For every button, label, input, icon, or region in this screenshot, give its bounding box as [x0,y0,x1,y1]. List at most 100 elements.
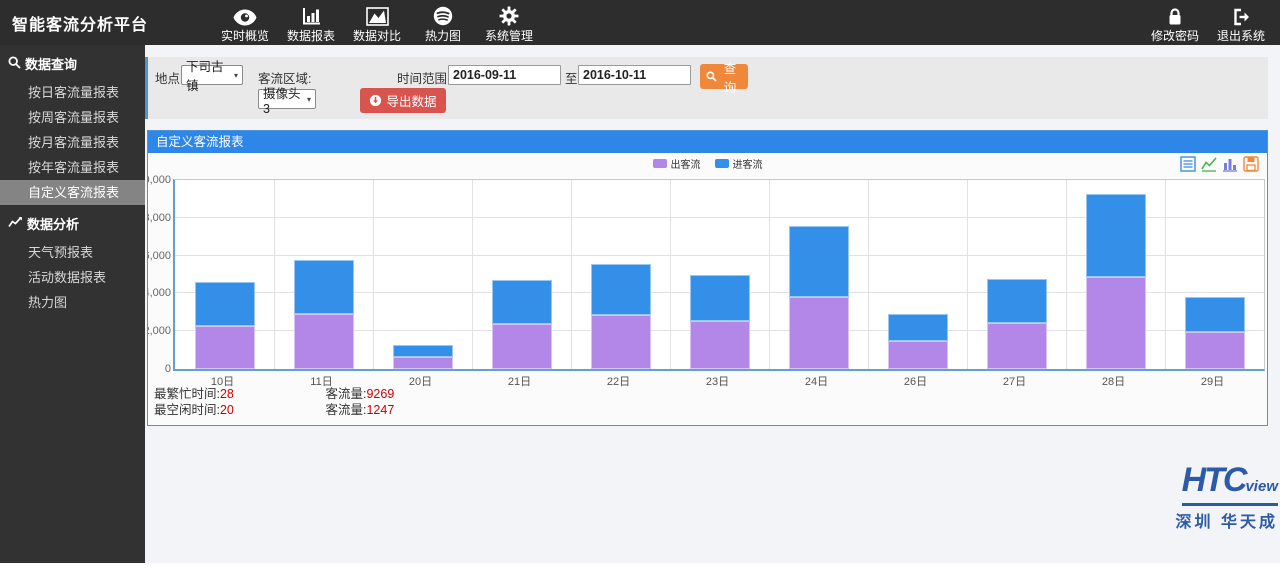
brand-suffix: view [1245,478,1278,495]
export-data-button[interactable]: 导出数据 [360,88,446,113]
dataview-icon[interactable] [1180,156,1196,172]
legend-item-out[interactable]: 出客流 [653,156,701,171]
flow-label: 客流量: [325,387,366,401]
sidebar-item-heatmap[interactable]: 热力图 [0,290,145,315]
export-button-label: 导出数据 [386,91,436,110]
download-circle-icon [369,94,382,107]
top-nav: 智能客流分析平台 实时概览 数据报表 数据对比 热力图 [0,0,1280,45]
bar-chart-icon [278,4,344,26]
sidebar-item-daily-report[interactable]: 按日客流量报表 [0,80,145,105]
sidebar-item-weather-report[interactable]: 天气预报表 [0,240,145,265]
bottom-strip [0,563,1280,570]
bar-out-22日 [591,315,651,369]
x-axis-tick-label: 27日 [1003,373,1026,389]
sidebar-item-activity-report[interactable]: 活动数据报表 [0,265,145,290]
bar-in-21日 [492,280,552,324]
idlest-stat-row: 最空闲时间:20 客流量:1247 [154,403,394,418]
to-label: 至 [565,68,578,87]
sidebar-section-label: 数据查询 [25,54,77,73]
x-axis-tick-label: 11日 [310,373,332,389]
nav-item-compare[interactable]: 数据对比 [344,1,410,44]
report-panel: 自定义客流报表 出客流 进客流 02,0004,0006,0008,00 [147,130,1268,426]
bar-in-24日 [789,226,849,297]
chevron-down-icon: ▾ [234,71,238,80]
nav-item-system[interactable]: 系统管理 [476,1,542,44]
logout-icon [1208,4,1274,26]
bar-in-29日 [1185,297,1245,332]
legend-item-in[interactable]: 进客流 [715,156,763,171]
search-icon [8,56,21,72]
x-axis-tick-label: 10日 [211,373,234,389]
x-axis-tick-label: 22日 [607,373,630,389]
nav-item-change-password[interactable]: 修改密码 [1142,1,1208,44]
chevron-down-icon: ▾ [307,95,311,104]
stats-block: 最繁忙时间:28 客流量:9269 最空闲时间:20 客流量:1247 [154,387,394,419]
nav-item-label: 热力图 [410,27,476,44]
search-icon [706,71,717,82]
bar-in-11日 [294,260,354,314]
eye-icon [212,4,278,26]
sidebar-item-yearly-report[interactable]: 按年客流量报表 [0,155,145,180]
trend-icon [8,216,23,231]
bar-out-28日 [1086,277,1146,369]
date-to-input[interactable] [578,65,691,85]
sidebar-section-label: 数据分析 [27,214,79,233]
save-image-icon[interactable] [1243,156,1259,172]
sidebar-item-weekly-report[interactable]: 按周客流量报表 [0,105,145,130]
y-axis-tick-label: 8,000 [147,212,171,224]
nav-item-heatmap[interactable]: 热力图 [410,1,476,44]
flow-label: 客流量: [325,403,366,417]
sidebar-section-analysis: 数据分析 [0,205,145,240]
plot-area: 02,0004,0006,0008,00010,000 [173,179,1265,371]
nav-item-reports[interactable]: 数据报表 [278,1,344,44]
bar-in-28日 [1086,194,1146,278]
bar-in-26日 [888,314,948,341]
nav-right-menu: 修改密码 退出系统 [1142,1,1280,44]
busiest-value: 28 [220,387,234,401]
flow-value: 9269 [366,387,394,401]
bar-in-23日 [690,275,750,321]
legend-swatch-out [653,159,667,168]
linechart-icon[interactable] [1201,156,1217,172]
y-axis-tick-label: 2,000 [147,325,171,337]
bar-out-10日 [195,326,255,369]
nav-item-label: 退出系统 [1208,27,1274,44]
nav-menu: 实时概览 数据报表 数据对比 热力图 [212,1,542,44]
x-axis-tick-label: 24日 [805,373,828,389]
x-axis-tick-label: 21日 [508,373,531,389]
chart-legend: 出客流 进客流 [148,156,1267,171]
brand-logo: HTCview 深圳 华天成 [1176,465,1278,532]
heatmap-icon [410,4,476,26]
brand-name: HTC [1182,461,1246,499]
lock-icon [1142,4,1208,26]
sidebar: 数据查询 按日客流量报表 按周客流量报表 按月客流量报表 按年客流量报表 自定义… [0,45,145,563]
location-label: 地点: [155,68,183,87]
camera-select[interactable]: 摄像头3▾ [258,89,316,109]
nav-item-realtime[interactable]: 实时概览 [212,1,278,44]
flow-value: 1247 [366,403,394,417]
sidebar-item-custom-report[interactable]: 自定义客流报表 [0,180,145,205]
nav-item-label: 修改密码 [1142,27,1208,44]
x-axis-tick-label: 23日 [706,373,729,389]
bar-in-20日 [393,345,453,356]
barchart-icon[interactable] [1222,156,1238,172]
panel-title: 自定义客流报表 [148,131,1267,153]
x-axis-tick-label: 29日 [1201,373,1224,389]
query-button[interactable]: 查询 [700,64,748,89]
bar-out-29日 [1185,332,1245,369]
busiest-label: 最繁忙时间: [154,387,220,401]
y-axis-tick-label: 0 [147,363,171,375]
location-select[interactable]: 下司古镇▾ [181,65,243,85]
brand-subtitle: 深圳 华天成 [1176,508,1278,532]
busiest-stat-row: 最繁忙时间:28 客流量:9269 [154,387,394,402]
query-button-label: 查询 [718,58,742,96]
gear-icon [476,4,542,26]
bar-out-23日 [690,321,750,369]
sidebar-item-monthly-report[interactable]: 按月客流量报表 [0,130,145,155]
nav-item-logout[interactable]: 退出系统 [1208,1,1274,44]
filter-bar: 地点: 下司古镇▾ 客流区域: 摄像头3▾ 时间范围 至 查询 导出数据 [145,57,1268,119]
date-from-input[interactable] [448,65,561,85]
bar-in-10日 [195,282,255,326]
idlest-value: 20 [220,403,234,417]
x-axis-tick-label: 20日 [409,373,432,389]
